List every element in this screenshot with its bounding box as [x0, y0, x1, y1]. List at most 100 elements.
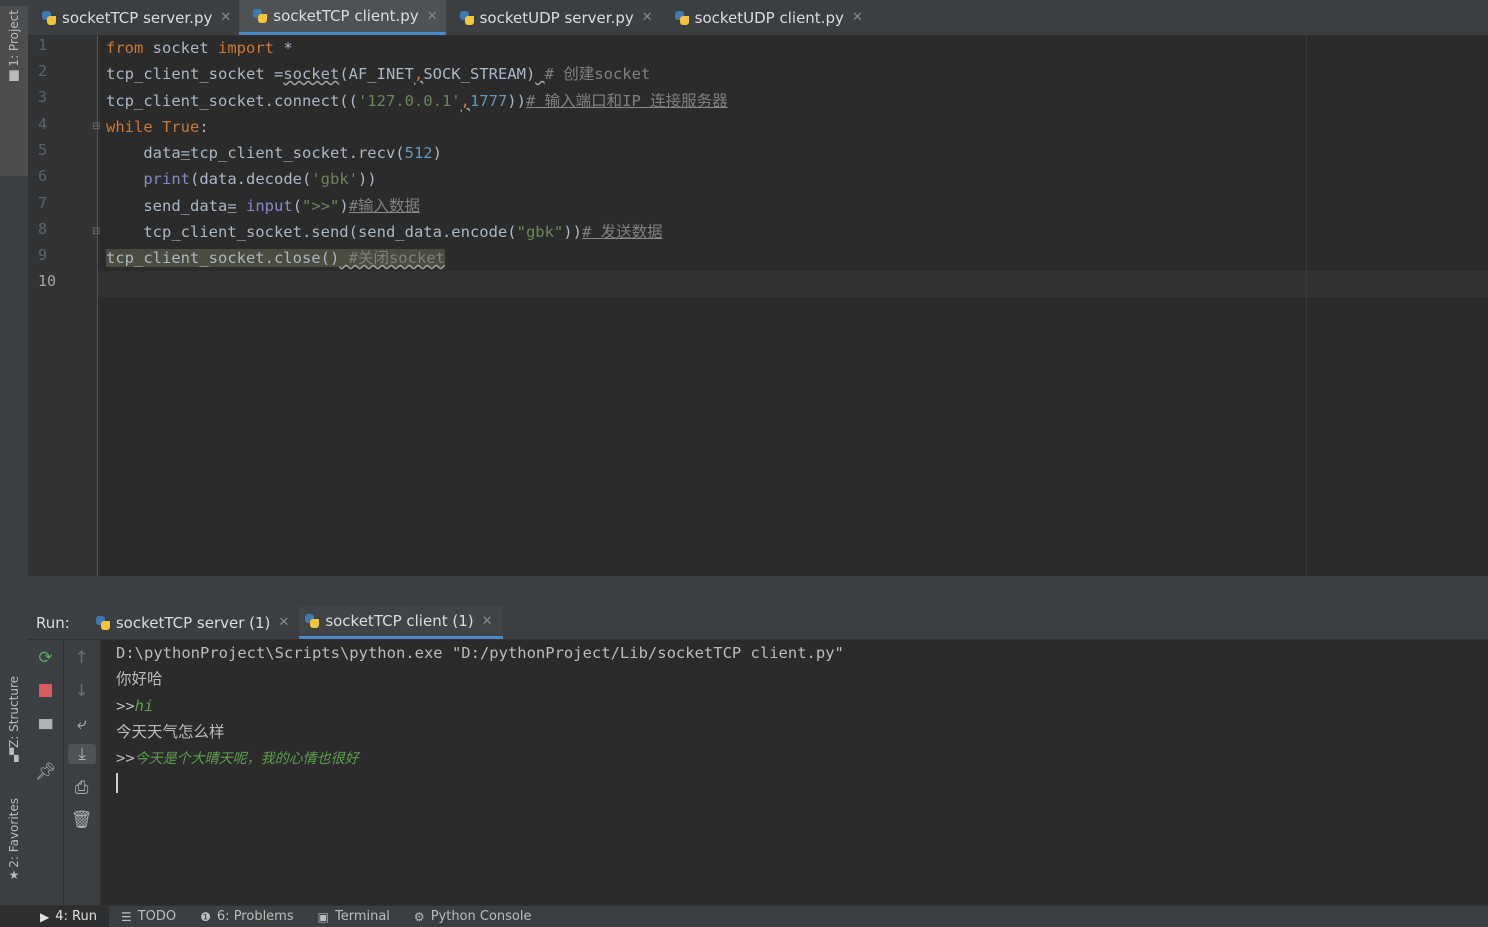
code-token: socket — [143, 39, 218, 57]
python-file-icon — [459, 10, 474, 25]
close-icon[interactable]: ✕ — [220, 10, 231, 25]
code-line-7: send_data= input(">>")#输入数据 — [106, 193, 420, 219]
code-token — [339, 249, 349, 267]
close-icon[interactable]: ✕ — [427, 9, 438, 24]
code-line-3: tcp_client_socket.connect(('127.0.0.1',1… — [106, 88, 728, 114]
close-icon[interactable]: ✕ — [642, 10, 653, 25]
number-token: 512 — [404, 144, 433, 162]
code-token: socket — [283, 65, 340, 83]
console-command-line: D:\pythonProject\Scripts\python.exe "D:/… — [116, 644, 844, 662]
bottom-tab-label: Python Console — [430, 909, 532, 924]
run-tab-tcp-client[interactable]: socketTCP client (1) ✕ — [299, 606, 503, 639]
code-token: tcp_client_socket.recv( — [190, 144, 405, 162]
bottom-tab-todo[interactable]: ☰ TODO — [109, 906, 188, 927]
soft-wrap-icon[interactable]: ⤶ — [64, 714, 99, 734]
code-token: ) — [432, 144, 442, 162]
project-tool-tab[interactable]: 1: Project ▆ — [0, 6, 28, 176]
number-token: 1777 — [469, 92, 508, 110]
string-token: '127.0.0.1' — [357, 92, 461, 110]
editor-tab-udp-client[interactable]: socketUDP client.py ✕ — [661, 0, 871, 35]
terminal-icon: ▣ — [317, 909, 329, 924]
code-token: )) — [507, 92, 526, 110]
console-user-input: hi — [134, 697, 154, 715]
string-token: "gbk" — [516, 223, 564, 241]
editor-tab-udp-server[interactable]: socketUDP server.py ✕ — [446, 0, 661, 35]
line-number: 4 — [38, 115, 48, 133]
string-token: ">>" — [302, 197, 340, 215]
structure-tool-tab[interactable]: Z: Structure ▚ — [0, 676, 28, 762]
code-line-4: while True: — [106, 114, 209, 140]
editor-tab-tcp-server[interactable]: socketTCP server.py ✕ — [28, 0, 239, 35]
bottom-tab-label: 4: Run — [55, 909, 97, 924]
scroll-to-end-icon[interactable]: ⤓ — [68, 744, 96, 764]
favorites-tab-label: 2: Favorites — [7, 798, 21, 868]
keyword-token: True — [162, 118, 200, 136]
bottom-tab-problems[interactable]: ❶ 6: Problems — [188, 906, 305, 927]
current-line-highlight — [98, 271, 1488, 297]
line-number: 5 — [38, 141, 48, 159]
code-token: = — [227, 197, 237, 215]
right-margin-guide — [1306, 36, 1307, 576]
close-icon[interactable]: ✕ — [852, 10, 863, 25]
string-token: 'gbk' — [311, 170, 358, 188]
fold-marker-icon[interactable]: ⊟ — [92, 121, 100, 132]
close-icon[interactable]: ✕ — [278, 615, 289, 630]
keyword-token: from — [106, 39, 144, 57]
panel-splitter[interactable] — [28, 576, 1488, 606]
editor-tab-tcp-client[interactable]: socketTCP client.py ✕ — [239, 0, 446, 35]
editor-tab-label: socketTCP server.py — [62, 8, 213, 27]
line-number: 2 — [38, 62, 48, 80]
python-file-icon — [674, 10, 689, 25]
console-prompt: >> — [116, 749, 135, 767]
fold-end-icon[interactable]: ⊟ — [92, 226, 100, 237]
favorites-tool-tab[interactable]: 2: Favorites ★ — [0, 798, 28, 882]
code-token: tcp_client_socket.close() — [106, 249, 340, 267]
code-token: ( — [292, 197, 303, 215]
editor-tab-bar: socketTCP server.py ✕ socketTCP client.p… — [28, 0, 1488, 36]
code-token: tcp_client_socket.connect(( — [106, 92, 358, 110]
trash-icon[interactable]: 🗑︎ — [64, 810, 99, 830]
stop-icon[interactable]: ■ — [28, 680, 63, 700]
run-tab-tcp-server[interactable]: socketTCP server (1) ✕ — [90, 606, 299, 639]
line-number-gutter: 1 2 3 4 5 6 7 8 9 10 ⊟ ⊟ — [28, 36, 100, 576]
arrow-up-icon[interactable]: ↑ — [64, 648, 99, 668]
code-line-5: data=tcp_client_socket.recv(512) — [106, 140, 442, 166]
run-tab-label: socketTCP client (1) — [325, 612, 474, 630]
line-number: 6 — [38, 167, 48, 185]
console-text-caret — [116, 773, 118, 793]
code-token: tcp_client_socket = — [106, 65, 284, 83]
arrow-down-icon[interactable]: ↓ — [64, 681, 99, 701]
problems-icon: ❶ — [200, 909, 211, 924]
bottom-tab-run[interactable]: ▶ 4: Run — [0, 906, 109, 927]
structure-icon: ▚ — [9, 747, 19, 762]
rerun-icon[interactable]: ⟳ — [28, 648, 63, 668]
line-number: 3 — [38, 88, 48, 106]
bottom-tool-bar: ▶ 4: Run ☰ TODO ❶ 6: Problems ▣ Terminal… — [0, 905, 1488, 927]
folder-icon: ▆ — [9, 66, 19, 81]
keyword-token: while — [106, 118, 153, 136]
bottom-tab-terminal[interactable]: ▣ Terminal — [306, 906, 402, 927]
comment-token: #输入数据 — [348, 197, 421, 215]
builtin-token: print — [143, 170, 190, 188]
line-number: 8 — [38, 220, 48, 238]
list-icon: ☰ — [120, 909, 132, 924]
pin-icon[interactable]: 📌︎ — [28, 762, 63, 782]
code-token: * — [273, 39, 293, 57]
code-editor[interactable]: 1 2 3 4 5 6 7 8 9 10 ⊟ ⊟ from socket imp… — [28, 36, 1488, 576]
comment-token: # 创建socket — [544, 65, 651, 83]
editor-tab-label: socketUDP client.py — [694, 8, 844, 27]
comment-token: #关闭socket — [348, 249, 445, 267]
run-console-output[interactable]: D:\pythonProject\Scripts\python.exe "D:/… — [101, 640, 1488, 905]
layout-icon[interactable]: ▀ — [28, 720, 63, 740]
print-icon[interactable]: ⎙ — [64, 778, 99, 798]
line-number: 9 — [38, 246, 48, 264]
code-line-1: from socket import * — [106, 35, 293, 61]
code-token: )) — [563, 223, 582, 241]
python-file-icon — [253, 9, 268, 23]
bottom-tab-python-console[interactable]: ⚙ Python Console — [402, 906, 544, 927]
close-icon[interactable]: ✕ — [482, 614, 493, 629]
console-received-line: 今天天气怎么样 — [116, 723, 225, 741]
python-run-icon — [305, 614, 320, 628]
